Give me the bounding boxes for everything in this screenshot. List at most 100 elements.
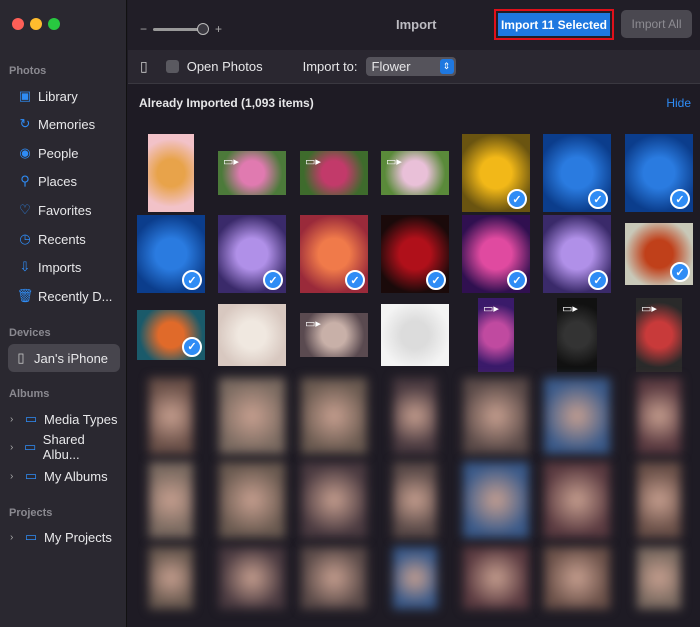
thumbnail-image [544,547,610,609]
sidebar-item-recently-deleted[interactable]: 🗑 Recently D... [8,283,120,309]
sidebar: Photos ▣ Library ↻ Memories ◉ People ⚲ Place… [0,0,127,627]
import-to-select[interactable]: Flower ⇕ [365,57,456,76]
slider-track[interactable] [153,22,210,35]
slider-knob[interactable] [197,22,210,35]
photo-thumbnail[interactable] [462,460,530,540]
photo-thumbnail[interactable] [625,460,693,540]
photo-thumbnail[interactable] [543,460,611,540]
photo-thumbnail[interactable] [381,296,449,373]
import-options-bar: ▯ Open Photos Import to: Flower ⇕ [128,50,700,84]
sidebar-item-device[interactable]: ▯ Jan's iPhone [8,344,120,372]
checkmark-icon[interactable]: ✓ [426,270,446,290]
checkmark-icon[interactable]: ✓ [182,270,202,290]
thumbnail-image [393,547,437,609]
photo-thumbnail[interactable]: ✓ [218,215,286,293]
sidebar-item-favorites[interactable]: ♡ Favorites [8,197,120,223]
sidebar-item-recents[interactable]: ◷ Recents [8,226,120,252]
thumbnail-image: ✓ [543,215,611,293]
photo-thumbnail[interactable]: ✓ [137,215,205,293]
photo-thumbnail[interactable] [381,460,449,540]
close-button[interactable] [12,18,24,30]
photo-thumbnail[interactable] [300,376,368,456]
photo-thumbnail[interactable]: ✓ [462,215,530,293]
photo-thumbnail[interactable] [137,376,205,456]
photo-thumbnail[interactable] [218,460,286,540]
sidebar-item-library[interactable]: ▣ Library [8,83,120,109]
label: Recents [38,231,86,247]
photo-thumbnail[interactable] [543,376,611,456]
photo-thumbnail[interactable] [137,545,205,611]
zoom-button[interactable] [48,18,60,30]
photo-thumbnail[interactable]: ▭▸ [218,133,286,213]
chevron-right-icon[interactable]: › [10,414,18,425]
thumbnail-image [463,547,529,609]
checkmark-icon[interactable]: ✓ [588,189,608,209]
photo-thumbnail[interactable]: ▭▸ [543,296,611,373]
photo-thumbnail[interactable]: ▭▸ [462,296,530,373]
checkmark-icon[interactable]: ✓ [507,189,527,209]
checkmark-icon[interactable]: ✓ [182,336,202,357]
thumbnail-image [463,378,529,454]
checkmark-icon[interactable]: ✓ [507,270,527,290]
sidebar-item-my-albums[interactable]: › ▭ My Albums [8,463,120,489]
checkmark-icon[interactable]: ✓ [588,270,608,290]
sidebar-item-my-projects[interactable]: › ▭ My Projects [8,524,120,550]
import-selected-button[interactable]: Import 11 Selected [494,9,614,40]
photo-thumbnail[interactable]: ✓ [300,215,368,293]
photo-thumbnail[interactable] [462,376,530,456]
zoom-in-icon[interactable]: + [215,22,222,36]
photo-thumbnail[interactable]: ✓ [381,215,449,293]
chevron-right-icon[interactable]: › [10,442,18,453]
photo-thumbnail[interactable]: ✓ [625,215,693,293]
photo-thumbnail[interactable]: ✓ [543,133,611,213]
photo-thumbnail[interactable] [543,545,611,611]
sidebar-item-shared-albums[interactable]: › ▭ Shared Albu... [8,432,120,462]
thumbnail-image [393,378,437,454]
photo-thumbnail[interactable] [300,545,368,611]
chevron-right-icon[interactable]: › [10,471,18,482]
photo-thumbnail[interactable] [462,545,530,611]
thumbnail-image: ▭▸ [300,151,368,195]
thumbnail-size-slider[interactable]: − + [140,22,222,36]
sidebar-item-people[interactable]: ◉ People [8,140,120,166]
photo-thumbnail[interactable] [381,376,449,456]
sidebar-item-places[interactable]: ⚲ Places [8,168,120,194]
sidebar-item-media-types[interactable]: › ▭ Media Types [8,406,120,432]
thumbnail-image: ▭▸ [300,312,368,357]
label: My Albums [44,468,108,484]
photo-thumbnail[interactable]: ▭▸ [625,296,693,373]
checkmark-icon[interactable]: ✓ [263,270,283,290]
open-photos-checkbox[interactable] [165,60,179,73]
photo-thumbnail[interactable]: ▭▸ [381,133,449,213]
checkmark-icon[interactable]: ✓ [345,270,365,290]
import-all-button[interactable]: Import All [621,10,692,38]
photo-thumbnail[interactable]: ▭▸ [300,133,368,213]
photo-thumbnail[interactable]: ✓ [625,133,693,213]
chevron-right-icon[interactable]: › [10,532,18,543]
label: Library [38,88,78,104]
checkmark-icon[interactable]: ✓ [670,262,690,282]
photo-thumbnail[interactable] [137,133,205,213]
checkmark-icon[interactable]: ✓ [670,189,690,209]
thumbnail-image: ✓ [381,215,449,293]
photo-thumbnail[interactable] [381,545,449,611]
photo-thumbnail[interactable] [218,376,286,456]
sidebar-item-imports[interactable]: ⇩ Imports [8,254,120,280]
sidebar-item-memories[interactable]: ↻ Memories [8,111,120,137]
label: Jan's iPhone [34,350,109,366]
zoom-out-icon[interactable]: − [140,22,147,36]
photo-thumbnail[interactable]: ✓ [462,133,530,213]
photo-thumbnail[interactable]: ▭▸ [300,296,368,373]
photo-thumbnail[interactable] [218,296,286,373]
photo-thumbnail[interactable]: ✓ [543,215,611,293]
minimize-button[interactable] [30,18,42,30]
thumbnail-image [544,378,610,454]
photo-thumbnail[interactable] [137,460,205,540]
photo-thumbnail[interactable]: ✓ [137,296,205,373]
photo-thumbnail[interactable] [300,460,368,540]
photo-thumbnail[interactable] [218,545,286,611]
hide-link[interactable]: Hide [666,96,691,110]
photo-thumbnail[interactable] [625,545,693,611]
photo-thumbnail[interactable] [625,376,693,456]
iphone-icon: ▯ [140,58,148,74]
